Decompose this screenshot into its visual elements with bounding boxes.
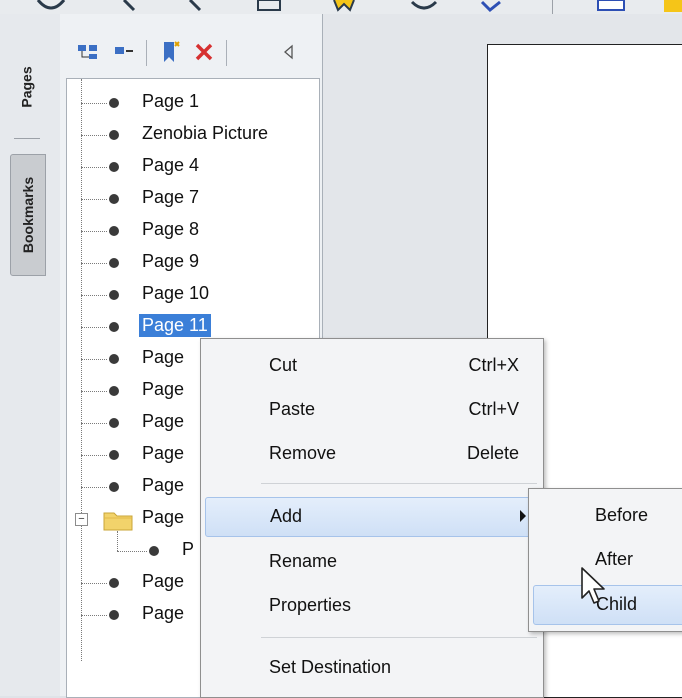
tree-item-label: Page 11 — [139, 314, 211, 337]
bookmark-node-icon — [109, 386, 119, 396]
menu-item-add[interactable]: Add — [205, 497, 539, 537]
tree-item[interactable]: Page 10 — [67, 279, 317, 311]
tab-bookmarks-label: Bookmarks — [20, 176, 37, 254]
tree-item[interactable]: Page 1 — [67, 87, 317, 119]
bookmark-node-icon — [109, 194, 119, 204]
bookmarks-toolbar — [60, 14, 322, 76]
tree-item-label: Zenobia Picture — [142, 123, 269, 143]
menu-item-label: Add — [270, 506, 303, 526]
tree-item-label: Page 9 — [142, 251, 200, 271]
menu-item-set-destination[interactable]: Set Destination — [205, 649, 539, 689]
bookmark-node-icon — [109, 610, 119, 620]
tree-item-label: Page 1 — [142, 91, 200, 111]
add-bookmark-icon — [164, 41, 180, 62]
side-tab-strip: Pages Bookmarks — [0, 14, 61, 696]
submenu-item-after[interactable]: After — [533, 541, 682, 581]
toolbar-separator — [226, 40, 227, 66]
menu-item-label: Before — [595, 505, 649, 525]
menu-item-cut[interactable]: Cut Ctrl+X — [205, 347, 539, 387]
delete-icon — [195, 43, 213, 61]
menu-item-remove[interactable]: Remove Delete — [205, 435, 539, 475]
tree-item-label: Page 4 — [142, 155, 200, 175]
collapse-all-icon — [115, 47, 133, 54]
menu-item-label: Rename — [269, 551, 338, 571]
tab-bookmarks[interactable]: Bookmarks — [10, 154, 46, 276]
folder-icon — [103, 512, 133, 531]
toolbar-stamp-icon[interactable] — [330, 0, 358, 12]
tree-item-label: Page — [142, 475, 185, 495]
bookmark-node-icon — [109, 258, 119, 268]
tree-item-label: Page 8 — [142, 219, 200, 239]
collapse-toggle-icon[interactable]: − — [75, 513, 88, 526]
bookmark-node-icon — [109, 354, 119, 364]
tree-item[interactable]: Page 7 — [67, 183, 317, 215]
bookmark-node-icon — [149, 546, 159, 556]
collapse-panel-button[interactable] — [274, 38, 302, 66]
menu-item-properties[interactable]: Properties — [205, 587, 539, 627]
toolbar-forward-icon[interactable] — [186, 0, 210, 12]
tree-item-label: Page — [142, 379, 185, 399]
menu-shortcut: Ctrl+V — [468, 399, 519, 419]
toolbar-window-icon[interactable] — [596, 0, 626, 12]
tree-item[interactable]: Page 4 — [67, 151, 317, 183]
main-toolbar — [0, 0, 682, 15]
mouse-cursor-icon — [581, 567, 605, 604]
menu-item-label: Paste — [269, 399, 316, 419]
toolbar-separator — [146, 40, 147, 66]
toolbar-separator — [552, 0, 553, 14]
bookmark-node-icon — [109, 162, 119, 172]
context-menu: Cut Ctrl+X Paste Ctrl+V Remove Delete Ad… — [200, 338, 544, 698]
bookmark-node-icon — [109, 130, 119, 140]
tree-item[interactable]: Page 9 — [67, 247, 317, 279]
tree-item[interactable]: Zenobia Picture — [67, 119, 317, 151]
add-submenu: Before After Child — [528, 488, 682, 632]
expand-all-button[interactable] — [74, 38, 102, 66]
submenu-item-before[interactable]: Before — [533, 497, 682, 537]
menu-separator — [261, 637, 537, 638]
tree-item-label: Page — [142, 571, 185, 591]
bookmark-node-icon — [109, 322, 119, 332]
toolbar-circle-icon[interactable] — [36, 0, 66, 12]
tree-item-label: Page 10 — [142, 283, 210, 303]
submenu-item-child[interactable]: Child — [533, 585, 682, 625]
tree-item-label: Page — [142, 347, 185, 367]
toolbar-eye-icon[interactable] — [410, 0, 438, 12]
toolbar-check-icon[interactable] — [478, 0, 504, 12]
toolbar-folder-icon[interactable] — [664, 0, 682, 12]
tree-item-label: P — [182, 539, 195, 559]
menu-item-paste[interactable]: Paste Ctrl+V — [205, 391, 539, 431]
chevron-left-icon — [284, 44, 293, 60]
bookmark-node-icon — [109, 226, 119, 236]
bookmark-node-icon — [109, 450, 119, 460]
tree-item-label: Page — [142, 603, 185, 623]
expand-all-icon — [78, 45, 97, 59]
bookmark-node-icon — [109, 578, 119, 588]
tree-item-label: Page — [142, 443, 185, 463]
tree-item[interactable]: Page 8 — [67, 215, 317, 247]
menu-item-rename[interactable]: Rename — [205, 543, 539, 583]
tree-item-label: Page — [142, 507, 185, 527]
menu-shortcut: Ctrl+X — [468, 355, 519, 375]
bookmark-node-icon — [109, 418, 119, 428]
menu-separator — [261, 483, 537, 484]
menu-item-label: Properties — [269, 595, 352, 615]
menu-item-label: Cut — [269, 355, 298, 375]
tab-divider — [14, 138, 40, 139]
submenu-arrow-icon — [520, 510, 526, 522]
toolbar-edit-icon[interactable] — [256, 0, 282, 12]
tab-pages-label: Pages — [19, 66, 35, 108]
toolbar-back-icon[interactable] — [120, 0, 144, 12]
menu-item-label: Set Destination — [269, 657, 392, 677]
bookmark-node-icon — [109, 290, 119, 300]
menu-item-label: Remove — [269, 443, 337, 463]
bookmark-node-icon — [109, 482, 119, 492]
tree-item-label: Page — [142, 411, 185, 431]
tab-pages[interactable]: Pages — [10, 44, 44, 130]
bookmark-node-icon — [109, 98, 119, 108]
tree-item-label: Page 7 — [142, 187, 200, 207]
menu-shortcut: Delete — [466, 443, 519, 463]
add-bookmark-button[interactable] — [156, 38, 184, 66]
delete-bookmark-button[interactable] — [190, 38, 218, 66]
collapse-all-button[interactable] — [110, 38, 138, 66]
